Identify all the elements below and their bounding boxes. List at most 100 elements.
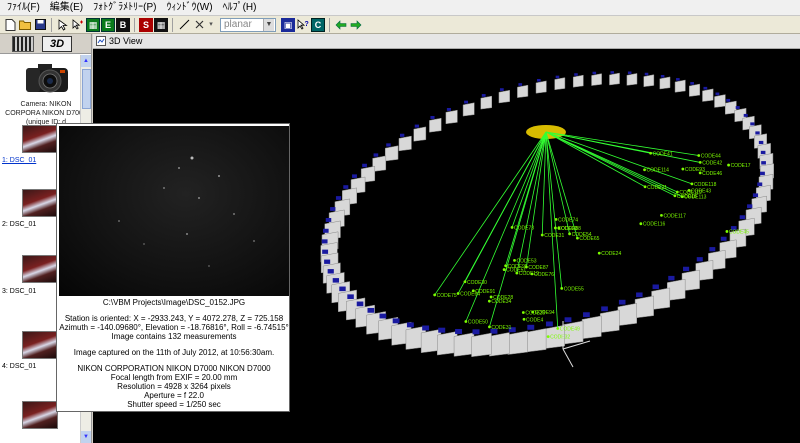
photo-label[interactable]: 3: DSC_01 — [2, 288, 36, 295]
cross-icon[interactable] — [192, 18, 206, 32]
photo-thumbnail[interactable] — [22, 401, 58, 429]
ring-marker — [703, 86, 708, 90]
ring-block — [599, 309, 620, 333]
svg-text:?: ? — [304, 21, 308, 28]
view-title-bar: 3D View — [93, 34, 800, 49]
ring-block — [445, 109, 458, 125]
menu-edit[interactable]: 編集(E) — [45, 1, 88, 15]
ring-block — [480, 95, 492, 110]
target-point — [489, 295, 493, 299]
ring-marker — [367, 307, 375, 313]
ring-block — [384, 145, 399, 162]
save-icon[interactable] — [33, 18, 47, 32]
projection-select[interactable]: planar ▼ — [220, 17, 276, 32]
ring-block — [526, 328, 547, 353]
grid-view-button[interactable] — [12, 35, 34, 52]
scroll-up-icon[interactable]: ▲ — [81, 55, 91, 67]
photo-thumbnail[interactable] — [22, 125, 58, 153]
color-cube-icon[interactable]: ▣ — [281, 17, 295, 32]
target-label: CODE4 — [526, 317, 543, 323]
ring-marker — [690, 82, 694, 85]
photo-info: C:\VBM Projects\Image\DSC_0152.JPG Stati… — [57, 296, 291, 409]
target-point — [513, 258, 516, 262]
ring-marker — [321, 239, 328, 244]
ring-marker — [564, 317, 572, 323]
target-label: CODE44 — [701, 154, 721, 160]
measure-s-icon[interactable]: S — [139, 17, 153, 32]
photo-thumbnail[interactable] — [22, 255, 58, 283]
target-label: CODE18 — [677, 194, 697, 200]
menu-file[interactable]: ﾌｧｲﾙ(F) — [2, 1, 45, 15]
axis-line — [562, 348, 574, 368]
open-folder-icon[interactable] — [18, 18, 32, 32]
measure-c-icon[interactable]: C — [311, 17, 325, 32]
ring-block — [413, 126, 427, 142]
ring-marker — [747, 204, 753, 209]
scroll-thumb[interactable] — [82, 69, 91, 109]
chevron-down-icon[interactable]: ▼ — [263, 18, 274, 31]
ring-marker — [352, 174, 357, 178]
photo-thumbnail[interactable] — [22, 331, 58, 359]
target-point — [660, 214, 663, 217]
ring-marker — [758, 140, 764, 145]
ring-marker — [583, 312, 590, 318]
target-point — [540, 233, 544, 237]
target-point — [576, 236, 579, 240]
line-tool-icon[interactable] — [177, 18, 191, 32]
ray-line — [545, 131, 646, 188]
ring-marker — [652, 284, 659, 290]
ring-block — [498, 89, 510, 104]
target-label: CODE76 — [534, 272, 554, 278]
ring-marker — [743, 113, 748, 117]
station-angles: Azimuth = -140.09680°, Elevation = -18.7… — [59, 323, 289, 332]
target-label: CODE116 — [643, 222, 666, 228]
new-file-icon[interactable] — [3, 18, 17, 32]
ring-marker — [760, 171, 765, 176]
scroll-down-icon[interactable]: ▼ — [81, 431, 91, 443]
ring-marker — [545, 321, 553, 327]
photo-label[interactable]: 4: DSC_01 — [2, 363, 36, 370]
target-point — [510, 226, 514, 229]
arrow-left-icon[interactable] — [334, 18, 348, 32]
menu-window[interactable]: ｳｨﾝﾄﾞｳ(W) — [161, 1, 217, 15]
target-point — [487, 299, 491, 303]
ring-marker — [422, 325, 430, 331]
arrow-right-icon[interactable] — [349, 18, 363, 32]
grid-green-icon[interactable]: ▦ — [86, 17, 100, 32]
resolution: Resolution = 4928 x 3264 pixels — [117, 382, 231, 391]
projection-select-value: planar — [224, 19, 252, 30]
grid-dark-icon[interactable]: ▦ — [154, 17, 168, 32]
toolbar-separator — [134, 17, 135, 32]
measure-e-icon[interactable]: E — [101, 17, 115, 32]
pick-icon[interactable] — [71, 18, 85, 32]
photo-thumbnail[interactable] — [22, 189, 58, 217]
menu-photogrammetry[interactable]: ﾌｫﾄｸﾞﾗﾒﾄﾘｰ(P) — [88, 1, 161, 15]
target-point — [643, 185, 647, 189]
ring-block — [617, 303, 637, 326]
target-label: CODE65 — [579, 236, 599, 242]
pointer-icon[interactable] — [56, 18, 70, 32]
photo-label[interactable]: 1: DSC_01 — [2, 157, 36, 164]
target-label: CODE30 — [467, 280, 487, 286]
menu-help[interactable]: ﾍﾙﾌﾟ(H) — [218, 1, 262, 15]
target-label: CODE55 — [564, 286, 584, 292]
ring-marker — [339, 286, 346, 292]
question-pointer-icon[interactable]: ? — [296, 18, 310, 32]
shutter-speed: Shutter speed = 1/250 sec — [127, 400, 221, 409]
target-point — [463, 280, 467, 284]
target-label: CODE64 — [460, 292, 480, 298]
ring-block — [689, 83, 701, 97]
view-title: 3D View — [109, 36, 143, 46]
target-label: CODE87 — [528, 265, 548, 271]
ring-marker — [627, 71, 632, 75]
photo-label[interactable]: 2: DSC_01 — [2, 221, 36, 228]
measurement-count: Image contains 132 measurements — [111, 332, 237, 341]
measure-b-icon[interactable]: B — [116, 17, 130, 32]
target-label: CODE46 — [702, 171, 722, 177]
chevron-down-icon[interactable]: ▾ — [207, 18, 215, 32]
view-3d-button[interactable]: 3D — [42, 35, 72, 52]
ring-marker — [739, 215, 746, 220]
target-label: CODE117 — [663, 213, 686, 219]
ring-block — [651, 287, 671, 310]
ring-marker — [406, 322, 414, 328]
